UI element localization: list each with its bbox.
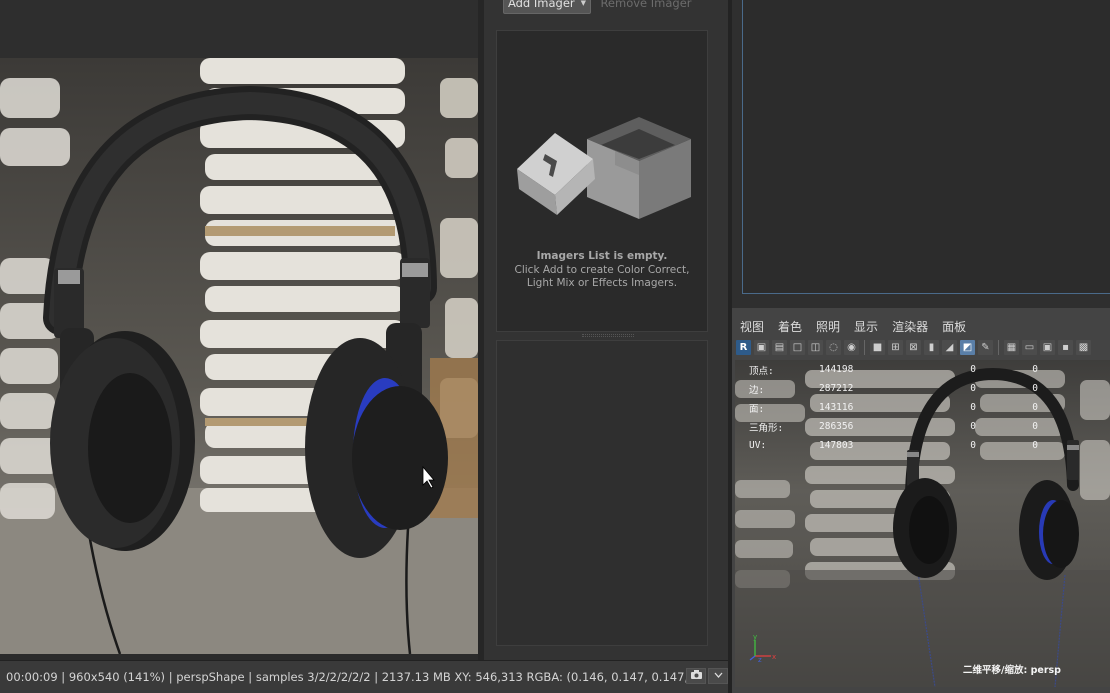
hud-value: 0 xyxy=(1032,383,1038,394)
top-right-panel xyxy=(732,0,1110,308)
rendered-headphones-image xyxy=(0,58,478,654)
hud-row-triangles: 三角形: 286356 0 0 xyxy=(749,417,1038,436)
hud-label: 三角形: xyxy=(749,422,784,434)
hud-value: 144198 xyxy=(819,364,854,375)
remove-imager-label: Remove Imager xyxy=(600,0,692,10)
render-viewport[interactable] xyxy=(0,58,478,654)
hud-value: 0 xyxy=(970,402,976,413)
snapshot-icon[interactable]: ◉ xyxy=(844,339,859,355)
hud-row-vertices: 顶点: 144198 0 0 xyxy=(749,360,1038,379)
hud-value: 287212 xyxy=(819,383,854,394)
remove-imager-button[interactable]: Remove Imager xyxy=(596,0,696,14)
caret-down-icon: ▼ xyxy=(580,0,587,7)
imager-list[interactable]: Imagers List is empty. Click Add to crea… xyxy=(496,30,708,332)
pencil-icon[interactable]: ✎ xyxy=(978,339,993,355)
chevron-down-icon xyxy=(714,671,723,681)
menu-shading[interactable]: 着色 xyxy=(778,318,802,335)
sync-icon[interactable]: ◌ xyxy=(826,339,841,355)
axis-gizmo-icon: x y z xyxy=(749,632,779,662)
track-camera-icon[interactable]: ⊞ xyxy=(888,339,903,355)
render-status-text: 00:00:09 | 960x540 (141%) | perspShape |… xyxy=(6,670,704,684)
hud-value: 0 xyxy=(1032,402,1038,413)
maya-viewport-panel: 视图 着色 照明 显示 渲染器 面板 R ▣ ▤ □ ◫ ◌ ◉ ■ ⊞ ⊠ ▮… xyxy=(732,308,1110,693)
render-status-bar: 00:00:09 | 960x540 (141%) | perspShape |… xyxy=(0,660,732,693)
image-plane-icon[interactable]: □ xyxy=(790,339,805,355)
pan-zoom-active-icon[interactable]: ◩ xyxy=(960,339,975,355)
hud-value: 286356 xyxy=(819,421,854,432)
empty-list-line-1: Click Add to create Color Correct, xyxy=(514,264,690,276)
imager-properties-panel xyxy=(496,340,708,646)
hud-label: 顶点: xyxy=(749,365,774,377)
imager-panel: Add Imager ▼ Remove Imager Imagers List … xyxy=(484,0,728,660)
add-imager-label: Add Imager xyxy=(507,0,575,10)
viewport-menu-bar: 视图 着色 照明 显示 渲染器 面板 xyxy=(732,316,1110,336)
resolution-gate-icon[interactable]: ▣ xyxy=(1040,339,1055,355)
hud-value: 0 xyxy=(1032,440,1038,451)
hud-value: 143116 xyxy=(819,402,854,413)
toolbar-separator xyxy=(998,339,999,355)
field-chart-icon[interactable]: ▩ xyxy=(1076,339,1091,355)
hud-value: 0 xyxy=(1032,364,1038,375)
hud-value: 0 xyxy=(970,364,976,375)
menu-panels[interactable]: 面板 xyxy=(942,318,966,335)
snapshot-button[interactable] xyxy=(686,668,706,684)
hud-value: 147803 xyxy=(819,440,854,451)
top-right-panel-content xyxy=(742,0,1110,294)
menu-renderer[interactable]: 渲染器 xyxy=(892,318,928,335)
hud-row-uvs: UV: 147803 0 0 xyxy=(749,436,1038,455)
axis-z-label: z xyxy=(758,656,762,662)
camera-attributes-icon[interactable]: ▣ xyxy=(754,339,769,355)
grid-icon[interactable]: ▦ xyxy=(1004,339,1019,355)
gate-mask-icon[interactable]: ▪ xyxy=(1058,339,1073,355)
video-camera-icon[interactable]: ■ xyxy=(870,339,885,355)
bookmark-icon[interactable]: ▤ xyxy=(772,339,787,355)
empty-list-description: Click Add to create Color Correct, Light… xyxy=(497,264,707,290)
camera-icon xyxy=(690,670,702,682)
toolbar-separator xyxy=(864,339,865,355)
hud-row-faces: 面: 143116 0 0 xyxy=(749,398,1038,417)
empty-list-title: Imagers List is empty. xyxy=(536,250,668,262)
empty-box-icon xyxy=(517,117,691,219)
imager-toolbar: Add Imager ▼ Remove Imager xyxy=(484,0,728,24)
empty-list-line-2: Light Mix or Effects Imagers. xyxy=(526,277,678,289)
add-imager-button[interactable]: Add Imager ▼ xyxy=(503,0,591,14)
panel-splitter[interactable] xyxy=(582,334,634,337)
menu-view[interactable]: 视图 xyxy=(740,318,764,335)
pan-zoom-icon[interactable]: ◢ xyxy=(942,339,957,355)
menu-lighting[interactable]: 照明 xyxy=(816,318,840,335)
hud-label: UV: xyxy=(749,440,767,451)
dolly-icon[interactable]: ⊠ xyxy=(906,339,921,355)
render-view-header xyxy=(0,0,484,58)
hud-label: 边: xyxy=(749,384,765,396)
hud-row-edges: 边: 287212 0 0 xyxy=(749,379,1038,398)
axis-x-label: x xyxy=(772,653,776,661)
hud-value: 0 xyxy=(970,440,976,451)
viewport-toolbar: R ▣ ▤ □ ◫ ◌ ◉ ■ ⊞ ⊠ ▮ ◢ ◩ ✎ ▦ ▭ ▣ ▪ ▩ xyxy=(734,337,1110,357)
perspective-viewport[interactable]: 顶点: 144198 0 0 边: 287212 0 0 面: 143116 0… xyxy=(735,360,1110,687)
status-menu-button[interactable] xyxy=(708,668,728,684)
hud-value: 0 xyxy=(1032,421,1038,432)
hud-label: 面: xyxy=(749,403,765,415)
flag-icon[interactable]: ▮ xyxy=(924,339,939,355)
poly-count-hud: 顶点: 144198 0 0 边: 287212 0 0 面: 143116 0… xyxy=(749,360,1038,455)
hud-value: 0 xyxy=(970,383,976,394)
axis-y-label: y xyxy=(753,633,757,641)
grease-pencil-icon[interactable]: ◫ xyxy=(808,339,823,355)
hud-value: 0 xyxy=(970,421,976,432)
film-gate-icon[interactable]: ▭ xyxy=(1022,339,1037,355)
camera-label: 二维平移/缩放: persp xyxy=(963,665,1061,676)
menu-show[interactable]: 显示 xyxy=(854,318,878,335)
select-camera-icon[interactable]: R xyxy=(736,339,751,355)
